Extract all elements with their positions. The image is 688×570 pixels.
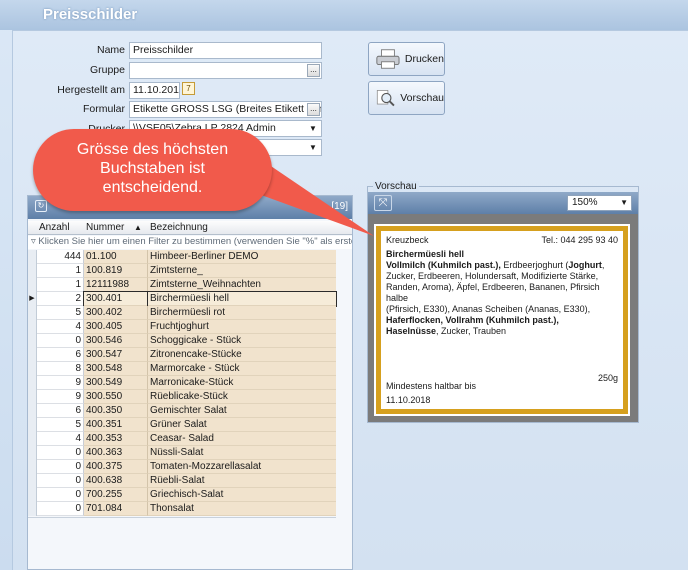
app-window: Preisschilder Name Preisschilder Gruppe … [0,0,688,570]
annotation-callout: Grösse des höchsten Buchstaben ist entsc… [33,129,272,211]
callout-tail [220,160,374,236]
